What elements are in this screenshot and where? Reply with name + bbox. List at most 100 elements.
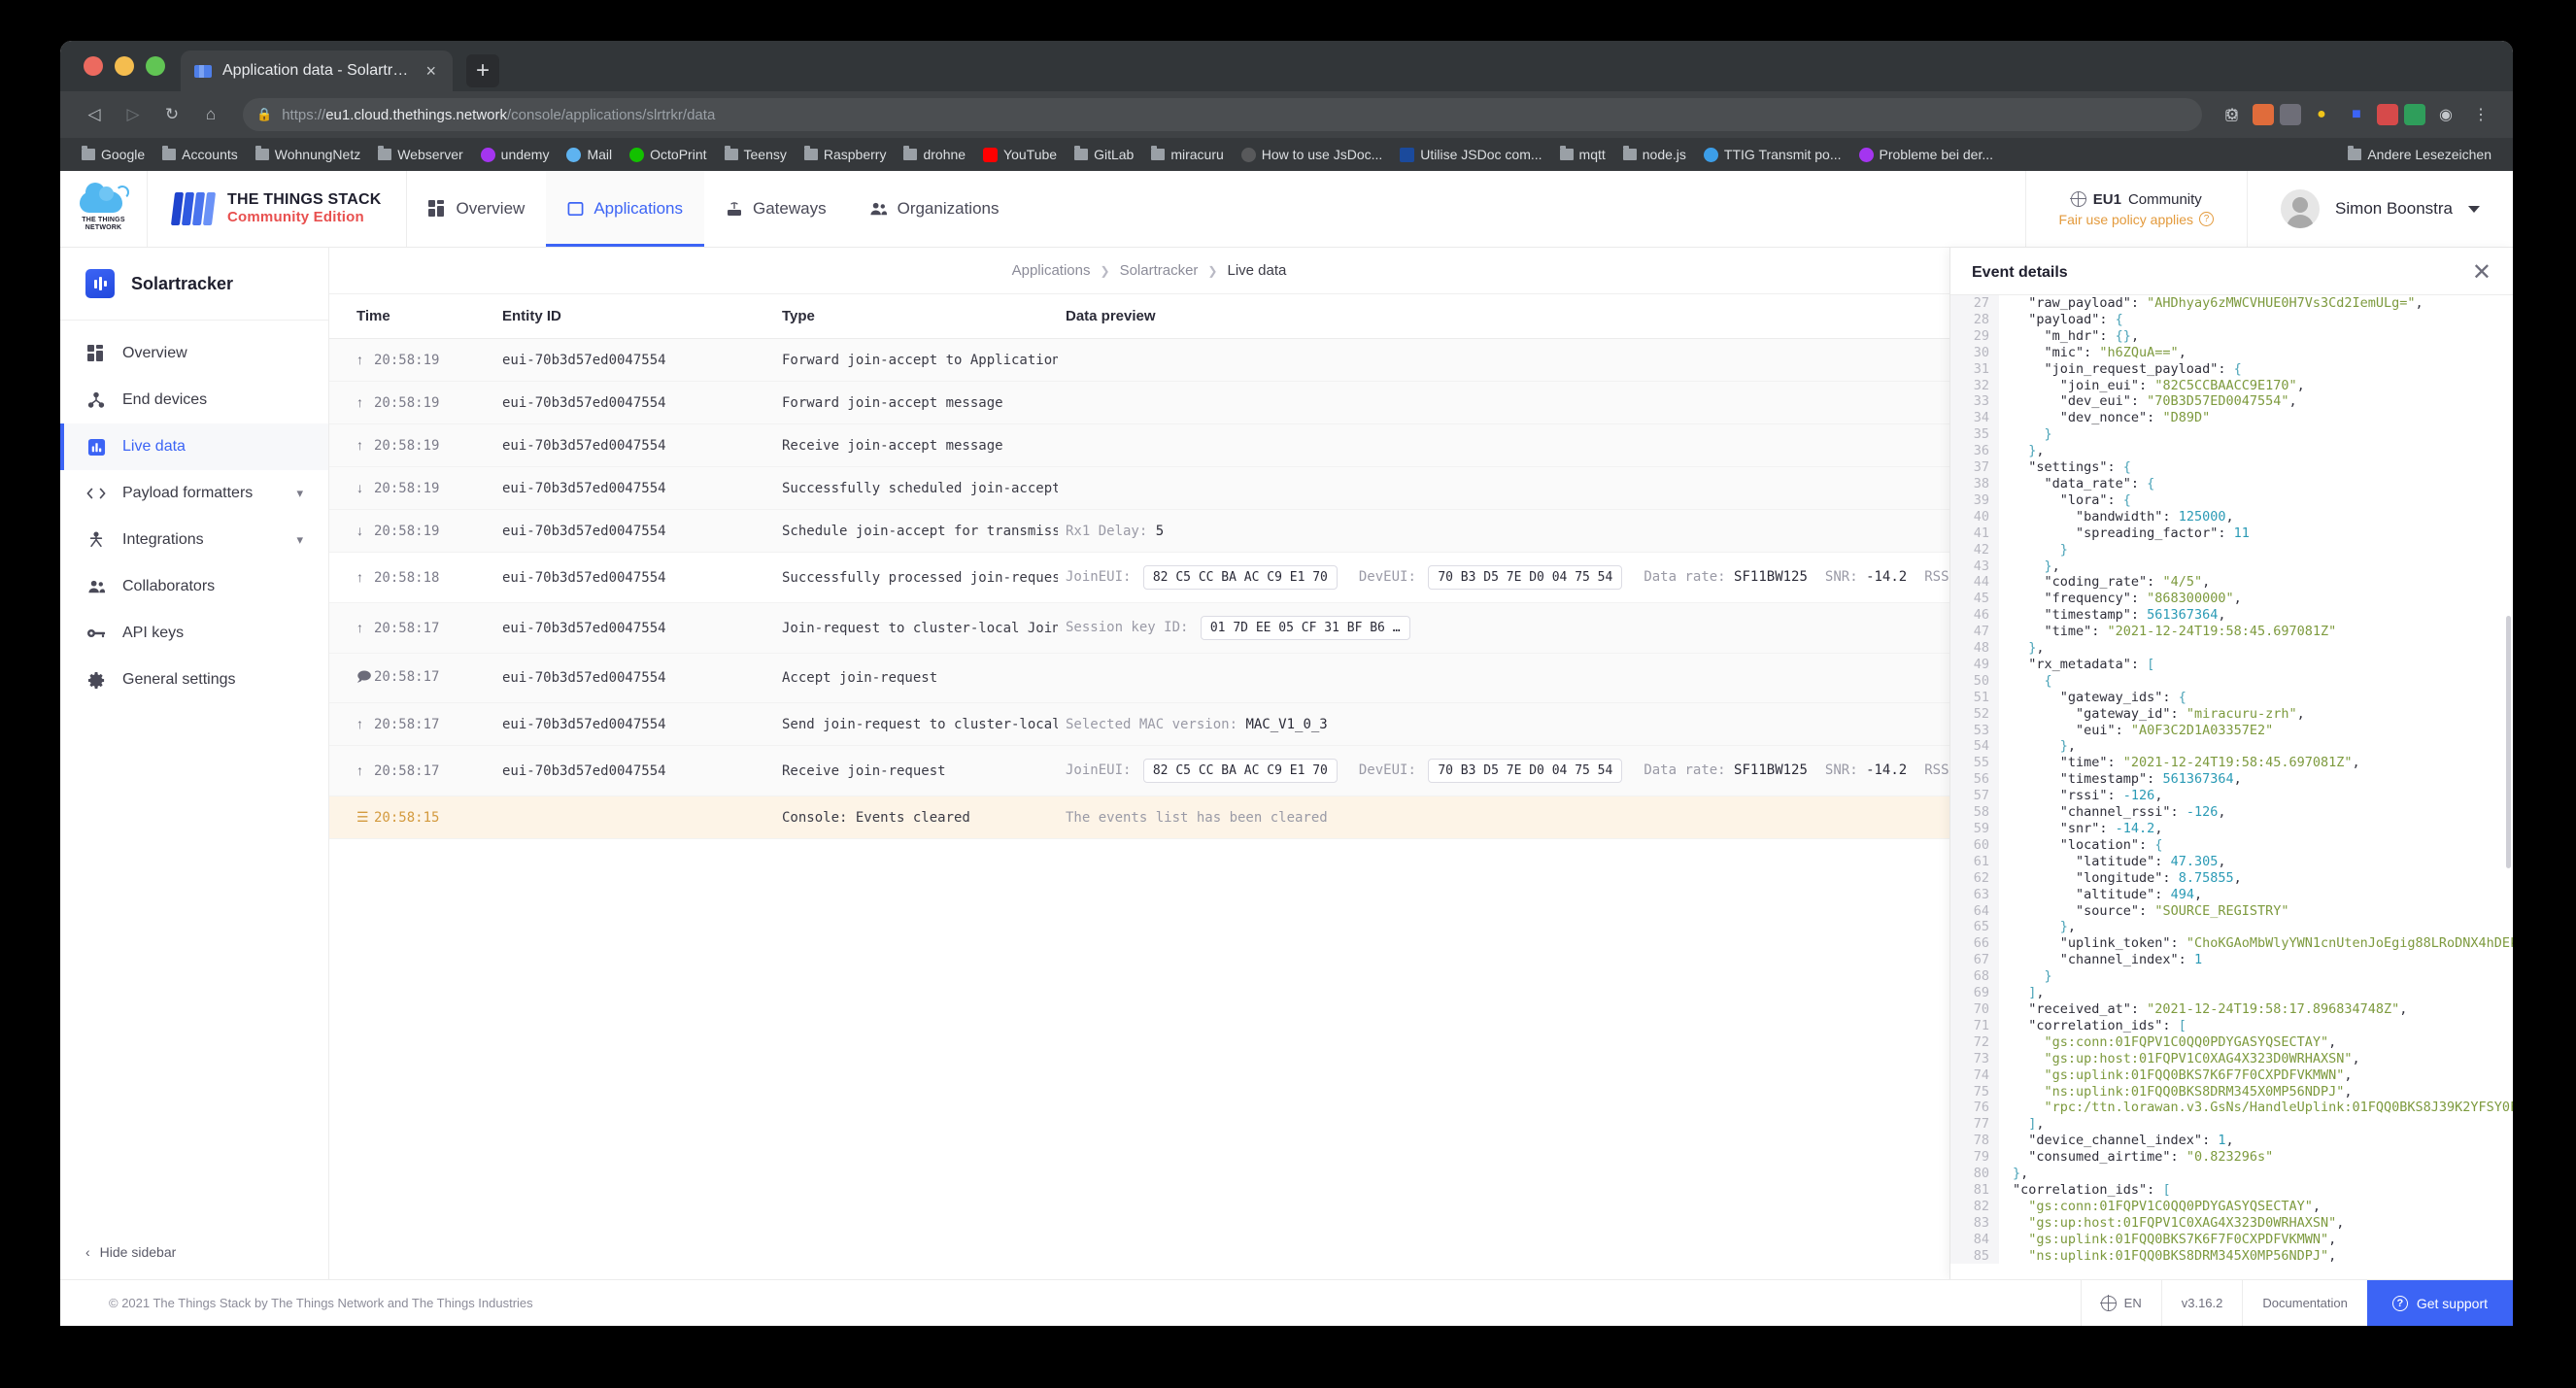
bookmark-item[interactable]: Google <box>74 144 153 165</box>
ttn-logo[interactable]: THE THINGS NETWORK <box>60 171 148 247</box>
other-bookmarks-button[interactable]: Andere Lesezeichen <box>2340 144 2499 165</box>
sidebar-item-live-data[interactable]: Live data <box>60 423 328 470</box>
json-line: 61 "latitude": 47.305, <box>1950 853 2513 870</box>
sidebar-item-collaborators[interactable]: Collaborators <box>60 563 328 610</box>
json-line-code: "gs:uplink:01FQQ0BKS7K6F7F0CXPDFVKMWN", <box>2028 1231 2337 1247</box>
bookmark-item[interactable]: Utilise JSDoc com... <box>1392 144 1549 165</box>
minimize-window-button[interactable] <box>115 56 134 76</box>
json-scroll-area[interactable]: 27 "raw_payload": "AHDhyay6zMWCVHUE0H7Vs… <box>1950 295 2513 1279</box>
bookmark-item[interactable]: GitLab <box>1067 144 1141 165</box>
breadcrumb-item[interactable]: Solartracker <box>1120 262 1199 279</box>
json-line-code: "join_request_payload": { <box>2013 360 2242 377</box>
extension-icon-4[interactable]: ● <box>2307 106 2336 123</box>
bookmark-item[interactable]: OctoPrint <box>622 144 714 165</box>
bookmark-item[interactable]: Raspberry <box>797 144 895 165</box>
language-selector[interactable]: EN <box>2080 1280 2161 1326</box>
bookmark-item[interactable]: TTIG Transmit po... <box>1696 144 1849 165</box>
bookmark-item[interactable]: Webserver <box>370 144 470 165</box>
back-button[interactable]: ◁ <box>78 98 111 131</box>
bookmark-star-icon[interactable]: ▢ <box>2224 105 2239 124</box>
topnav-item-overview[interactable]: Overview <box>407 171 546 247</box>
bookmark-item[interactable]: drohne <box>896 144 973 165</box>
sidebar-item-overview[interactable]: Overview <box>60 330 328 377</box>
sidebar-item-label: General settings <box>122 671 236 688</box>
cluster-indicator[interactable]: EU1 Community Fair use policy applies ? <box>2024 171 2249 247</box>
event-json-viewer[interactable]: 27 "raw_payload": "AHDhyay6zMWCVHUE0H7Vs… <box>1950 294 2513 1279</box>
bookmark-item[interactable]: YouTube <box>975 144 1065 165</box>
maximize-window-button[interactable] <box>146 56 165 76</box>
preview-chip: 70 B3 D5 7E D0 04 75 54 <box>1428 565 1623 590</box>
sidebar-item-payload-formatters[interactable]: Payload formatters ▾ <box>60 470 328 517</box>
copyright-text: © 2021 The Things Stack by The Things Ne… <box>109 1296 533 1310</box>
extension-icon-6[interactable] <box>2377 104 2398 125</box>
browser-menu-icon[interactable]: ⋮ <box>2466 105 2495 124</box>
topnav-item-applications[interactable]: Applications <box>546 171 704 247</box>
bookmark-item[interactable]: mqtt <box>1552 144 1613 165</box>
bookmark-item[interactable]: Accounts <box>154 144 246 165</box>
chevron-down-icon[interactable]: ▾ <box>296 532 303 548</box>
event-entity-id: eui-70b3d57ed0047554 <box>502 352 666 368</box>
json-line-number: 40 <box>1950 508 1999 525</box>
event-type: Schedule join-accept for transmission… <box>782 523 1058 539</box>
bookmark-item[interactable]: WohnungNetz <box>248 144 368 165</box>
bookmark-item[interactable]: Teensy <box>717 144 795 165</box>
topnav-item-organizations[interactable]: Organizations <box>848 171 1021 247</box>
new-tab-button[interactable]: + <box>466 54 499 87</box>
extension-icon-3[interactable] <box>2280 104 2301 125</box>
preview-chip: 82 C5 CC BA AC C9 E1 70 <box>1142 759 1338 783</box>
bookmark-item[interactable]: Mail <box>559 144 620 165</box>
ttn-favicon-icon <box>194 64 212 78</box>
bookmark-item[interactable]: undemy <box>473 144 558 165</box>
json-line-code: "m_hdr": {}, <box>2013 327 2140 344</box>
breadcrumb-item[interactable]: Applications <box>1012 262 1091 279</box>
json-line-number: 36 <box>1950 443 1999 460</box>
sidebar-item-general-settings[interactable]: General settings <box>60 657 328 703</box>
bookmark-label: drohne <box>923 147 966 162</box>
json-line: 38 "data_rate": { <box>1950 475 2513 492</box>
home-button[interactable]: ⌂ <box>194 98 227 131</box>
event-type: Forward join-accept message <box>782 394 1003 411</box>
event-time: 20:58:19 <box>374 353 440 368</box>
sidebar-item-integrations[interactable]: Integrations ▾ <box>60 517 328 563</box>
close-tab-icon[interactable]: × <box>424 62 439 80</box>
hide-sidebar-button[interactable]: ‹ Hide sidebar <box>60 1225 328 1279</box>
event-details-header: Event details ✕ <box>1950 248 2513 294</box>
reload-button[interactable]: ↻ <box>155 98 188 131</box>
profile-icon[interactable]: ◉ <box>2431 105 2460 124</box>
scrollbar-thumb[interactable] <box>2506 616 2511 868</box>
user-menu[interactable]: Simon Boonstra <box>2248 171 2513 247</box>
sidebar-item-end-devices[interactable]: End devices <box>60 377 328 423</box>
json-line-number: 57 <box>1950 788 1999 805</box>
close-window-button[interactable] <box>84 56 103 76</box>
close-icon[interactable]: ✕ <box>2472 261 2491 285</box>
address-bar[interactable]: ▢ 🔒 https://eu1.cloud.thethings.network/… <box>243 98 2239 131</box>
forward-button[interactable]: ▷ <box>117 98 150 131</box>
globe-icon <box>2100 1295 2118 1311</box>
url-text: https://eu1.cloud.thethings.network/cons… <box>282 107 715 123</box>
sidebar-item-api-keys[interactable]: API keys <box>60 610 328 657</box>
extension-icon-7[interactable] <box>2404 104 2425 125</box>
body: Solartracker Overview End devices Live dat… <box>60 248 2513 1279</box>
event-time-cell: ↑ 20:58:19 <box>329 382 494 424</box>
extension-icon-2[interactable] <box>2253 104 2274 125</box>
json-line: 85 "ns:uplink:01FQQ0BKS8DRM345X0MP56NDPJ… <box>1950 1247 2513 1265</box>
json-line-number: 82 <box>1950 1198 1999 1215</box>
documentation-link[interactable]: Documentation <box>2242 1280 2366 1326</box>
event-entity-id: eui-70b3d57ed0047554 <box>502 394 666 411</box>
bookmark-item[interactable]: Probleme bei der... <box>1851 144 2002 165</box>
question-icon: ? <box>2391 1295 2408 1311</box>
json-line-code: } <box>2044 426 2052 443</box>
bookmark-item[interactable]: miracuru <box>1143 144 1231 165</box>
json-line-number: 41 <box>1950 525 1999 542</box>
bookmark-label: Teensy <box>743 147 787 162</box>
browser-tab[interactable]: Application data - Solartracker × <box>181 51 453 91</box>
bookmark-item[interactable]: How to use JsDoc... <box>1234 144 1391 165</box>
help-icon[interactable]: ? <box>2199 212 2215 226</box>
topnav-item-gateways[interactable]: Gateways <box>704 171 848 247</box>
get-support-button[interactable]: ? Get support <box>2366 1280 2513 1326</box>
bookmark-item[interactable]: node.js <box>1615 144 1694 165</box>
json-line: 44 "coding_rate": "4/5", <box>1950 574 2513 592</box>
sidebar-app-header[interactable]: Solartracker <box>60 248 328 321</box>
extension-icon-5[interactable]: ■ <box>2342 106 2371 123</box>
chevron-down-icon[interactable]: ▾ <box>296 486 303 501</box>
